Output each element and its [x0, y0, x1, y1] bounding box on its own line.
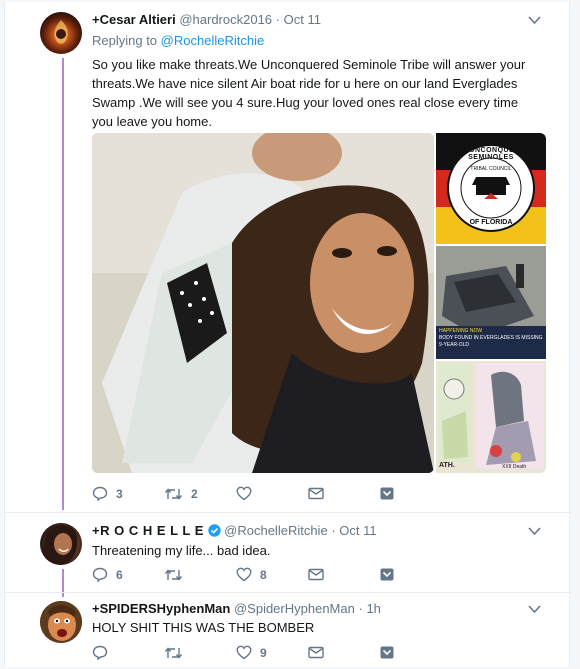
author-handle[interactable]: @SpiderHyphenMan: [234, 601, 355, 616]
avatar[interactable]: [40, 601, 82, 643]
reply-count: 3: [116, 486, 123, 501]
retweet-count: 2: [191, 486, 198, 501]
author-handle[interactable]: @hardrock2016: [179, 12, 272, 27]
reply-count: 6: [116, 567, 123, 582]
retweet-icon: [164, 487, 183, 501]
author-name[interactable]: +R O C H E L L E: [92, 523, 204, 538]
verified-badge-icon: [207, 524, 221, 540]
news-caption-2: BODY FOUND IN EVERGLADES IS MISSING: [439, 335, 543, 341]
separator: ·: [358, 601, 363, 616]
like-button[interactable]: 8: [236, 567, 308, 582]
collage-caption-right: XXII Death: [502, 464, 527, 470]
chevron-down-icon[interactable]: [528, 601, 541, 617]
author-name[interactable]: +SPIDERSHyphenMan: [92, 601, 230, 616]
avatar[interactable]: [40, 523, 82, 565]
timestamp[interactable]: Oct 11: [284, 12, 321, 27]
timestamp[interactable]: Oct 11: [339, 523, 376, 538]
tweet-actions: 3 2: [92, 486, 452, 501]
tweet-actions: 6 8: [92, 567, 452, 582]
seal-bottom-text: OF FLORIDA: [469, 219, 513, 226]
expand-button[interactable]: [380, 646, 452, 659]
tweet-text: So you like make threats.We Unconquered …: [92, 57, 526, 129]
tweet-cesar[interactable]: +Cesar Altieri @hardrock2016 · Oct 11 Re…: [5, 2, 571, 512]
separator: ·: [331, 523, 336, 538]
tweet-text: Threatening my life... bad idea.: [92, 543, 271, 558]
tweet-rochelle[interactable]: +R O C H E L L E @RochelleRitchie · Oct …: [5, 512, 571, 597]
message-button[interactable]: [308, 487, 380, 500]
author-name[interactable]: +Cesar Altieri: [92, 12, 176, 27]
reply-icon: [92, 567, 108, 582]
expand-icon: [380, 568, 394, 581]
seal-top-text: THE UNCONQUERED SEMINOLES: [451, 147, 531, 161]
expand-button[interactable]: [380, 568, 452, 581]
like-count: 8: [260, 567, 267, 582]
message-button[interactable]: [308, 568, 380, 581]
tweet-actions: 9: [92, 645, 452, 660]
tweet-photo-collage[interactable]: ATH. XXII Death: [436, 361, 546, 473]
replying-mention[interactable]: @RochelleRitchie: [161, 33, 265, 48]
seal-mid-text: TRIBAL COUNCIL: [470, 166, 512, 172]
reply-button[interactable]: [92, 645, 164, 660]
retweet-icon: [164, 646, 183, 660]
replying-to: Replying to @RochelleRitchie: [92, 33, 264, 48]
like-icon: [236, 567, 252, 582]
like-count: 9: [260, 645, 267, 660]
like-icon: [236, 486, 252, 501]
retweet-icon: [164, 568, 183, 582]
news-caption-3: 9-YEAR-OLD: [439, 342, 470, 348]
tweet-text: HOLY SHIT THIS WAS THE BOMBER: [92, 620, 315, 635]
reply-icon: [92, 486, 108, 501]
retweet-button[interactable]: [164, 646, 236, 660]
expand-button[interactable]: [380, 487, 452, 500]
tweet-spidershyphenman[interactable]: +SPIDERSHyphenMan @SpiderHyphenMan · 1h …: [5, 592, 571, 669]
message-icon: [308, 487, 324, 500]
message-button[interactable]: [308, 646, 380, 659]
retweet-button[interactable]: 2: [164, 487, 236, 501]
news-caption-1: HAPPENING NOW: [439, 328, 483, 334]
thread-line: [62, 58, 64, 510]
retweet-button[interactable]: [164, 568, 236, 582]
news-lower-third: HAPPENING NOW BODY FOUND IN EVERGLADES I…: [436, 326, 546, 359]
timestamp[interactable]: 1h: [366, 601, 380, 616]
tweet-photo-seal[interactable]: THE UNCONQUERED SEMINOLES TRIBAL COUNCIL…: [436, 133, 546, 244]
chevron-down-icon[interactable]: [528, 12, 541, 28]
expand-icon: [380, 487, 394, 500]
expand-icon: [380, 646, 394, 659]
replying-prefix: Replying to: [92, 33, 158, 48]
tweet-photo-main[interactable]: [92, 133, 434, 473]
like-button[interactable]: 9: [236, 645, 308, 660]
avatar[interactable]: [40, 12, 82, 54]
reply-icon: [92, 645, 108, 660]
timeline: +Cesar Altieri @hardrock2016 · Oct 11 Re…: [4, 2, 571, 669]
separator: ·: [275, 12, 280, 27]
tweet-photo-news[interactable]: HAPPENING NOW BODY FOUND IN EVERGLADES I…: [436, 246, 546, 359]
chevron-down-icon[interactable]: [528, 523, 541, 539]
like-icon: [236, 645, 252, 660]
reply-button[interactable]: 6: [92, 567, 164, 582]
collage-caption-left: ATH.: [439, 462, 455, 469]
reply-button[interactable]: 3: [92, 486, 164, 501]
message-icon: [308, 568, 324, 581]
message-icon: [308, 646, 324, 659]
like-button[interactable]: [236, 486, 308, 501]
author-handle[interactable]: @RochelleRitchie: [224, 523, 328, 538]
